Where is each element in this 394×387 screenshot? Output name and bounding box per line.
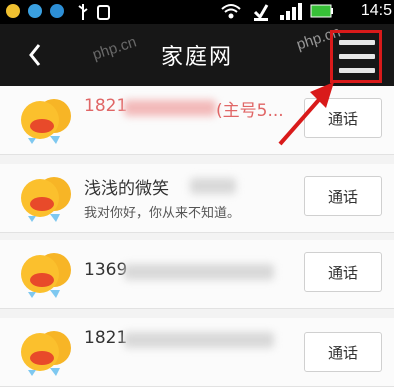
avatar-icon bbox=[21, 253, 71, 298]
contact-name: 1821 bbox=[84, 328, 128, 348]
call-button[interactable]: 通话 bbox=[304, 252, 382, 292]
status-time: 14:5 bbox=[360, 2, 392, 19]
notification-circle-icon bbox=[50, 4, 64, 18]
notification-app-icon bbox=[6, 4, 20, 18]
redacted-text bbox=[124, 264, 274, 280]
wifi-icon bbox=[221, 4, 241, 19]
notification-circle-icon bbox=[28, 4, 42, 18]
list-item[interactable]: 1821 通话 bbox=[0, 318, 394, 387]
menu-highlight-box bbox=[330, 30, 382, 83]
red-arrow-annotation bbox=[278, 82, 334, 146]
call-button[interactable]: 通话 bbox=[304, 176, 382, 216]
avatar-icon bbox=[21, 99, 71, 144]
battery-icon bbox=[310, 4, 333, 18]
list-item[interactable]: 1369 通话 bbox=[0, 240, 394, 309]
signal-icon bbox=[280, 3, 302, 20]
avatar-icon bbox=[21, 331, 71, 376]
check-icon bbox=[253, 4, 269, 21]
list-item[interactable]: 浅浅的微笑 我对你好，你从来不知道。 通话 bbox=[0, 164, 394, 233]
call-button[interactable]: 通话 bbox=[304, 332, 382, 372]
contact-name: 浅浅的微笑 bbox=[84, 179, 169, 199]
contact-note: 我对你好，你从来不知道。 bbox=[84, 206, 241, 221]
redacted-text bbox=[124, 332, 274, 348]
redacted-text bbox=[124, 100, 216, 116]
redacted-text bbox=[190, 178, 236, 194]
contact-name: 1821 bbox=[84, 96, 128, 116]
contact-name: 1369 bbox=[84, 260, 128, 280]
app-icon bbox=[97, 5, 110, 20]
usb-icon bbox=[78, 4, 88, 20]
avatar-icon bbox=[21, 177, 71, 222]
status-bar: 14:5 bbox=[0, 0, 394, 24]
